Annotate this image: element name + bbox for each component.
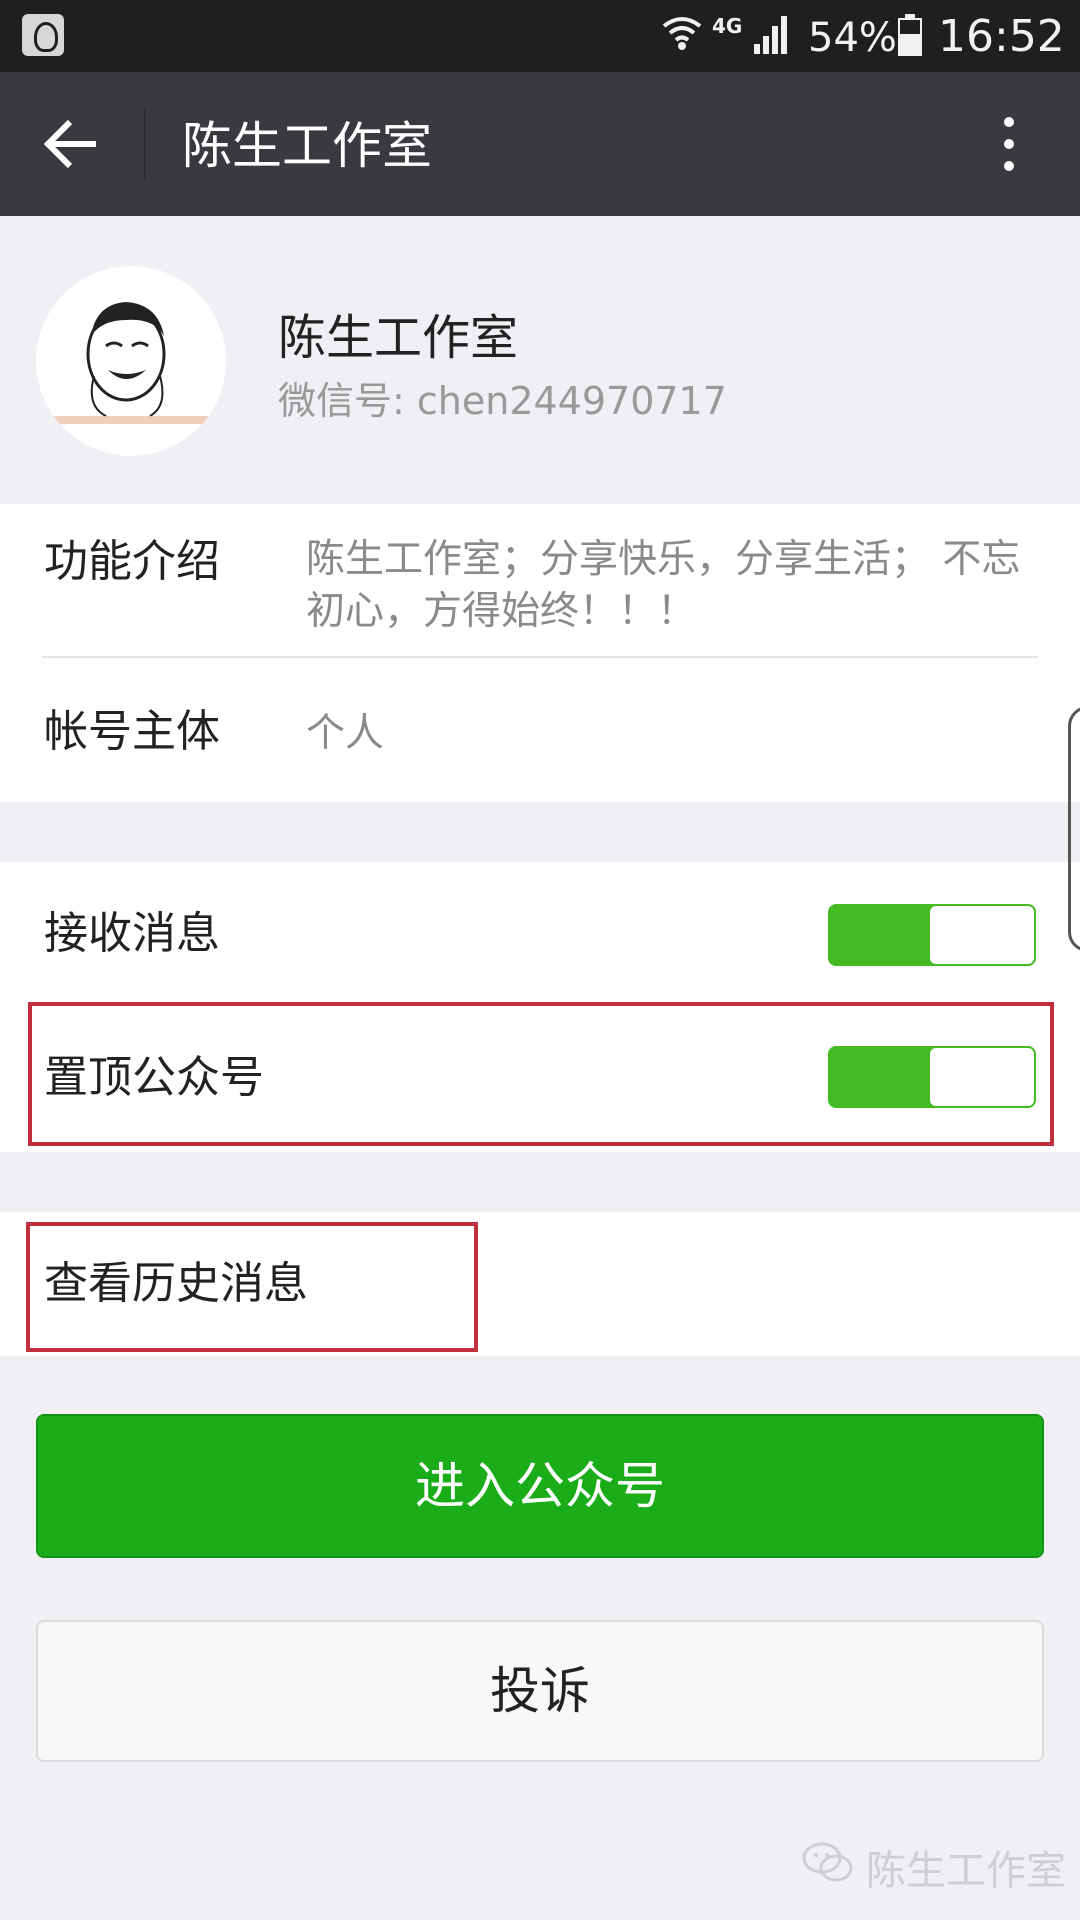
intro-value: 陈生工作室；分享快乐，分享生活； 不忘初心，方得始终！！！ [306, 537, 1021, 634]
intro-label: 功能介绍 [44, 536, 220, 587]
profile-header: 陈生工作室 微信号: chen244970717 [0, 216, 1080, 504]
watermark-text: 陈生工作室 [866, 1848, 1066, 1894]
battery-icon [898, 14, 922, 56]
toggle-knob [930, 906, 1034, 964]
row-divider [42, 656, 1038, 658]
wechat-logo-icon [802, 1842, 853, 1882]
more-menu-icon[interactable] [990, 112, 1028, 176]
info-card: 功能介绍 陈生工作室；分享快乐，分享生活； 不忘初心，方得始终！！！ 帐号主体 … [0, 504, 1080, 802]
edge-handle [1068, 706, 1080, 952]
back-arrow-icon[interactable] [40, 112, 104, 176]
battery-percent: 54% [808, 15, 897, 61]
avatar-face-icon [54, 302, 208, 424]
history-row-highlight [26, 1222, 478, 1352]
owner-label: 帐号主体 [44, 706, 220, 757]
page-title: 陈生工作室 [182, 117, 432, 175]
network-type: 4G [712, 14, 743, 38]
report-button[interactable]: 投诉 [36, 1620, 1044, 1762]
wechat-id: 微信号: chen244970717 [278, 379, 727, 423]
nav-divider [144, 108, 146, 180]
signal-icon [754, 16, 787, 54]
receive-messages-toggle[interactable] [828, 904, 1036, 966]
nav-bar: 陈生工作室 [0, 72, 1080, 216]
wifi-icon [662, 17, 702, 50]
avatar [36, 266, 226, 456]
app-notification-icon [22, 14, 64, 56]
clock: 16:52 [938, 11, 1065, 62]
pin-row-highlight [28, 1002, 1054, 1146]
enter-account-button[interactable]: 进入公众号 [36, 1414, 1044, 1558]
account-name: 陈生工作室 [278, 310, 519, 366]
receive-messages-label: 接收消息 [44, 908, 220, 959]
status-bar: 4G 54% 16:52 [0, 0, 1080, 72]
owner-value: 个人 [306, 711, 385, 756]
